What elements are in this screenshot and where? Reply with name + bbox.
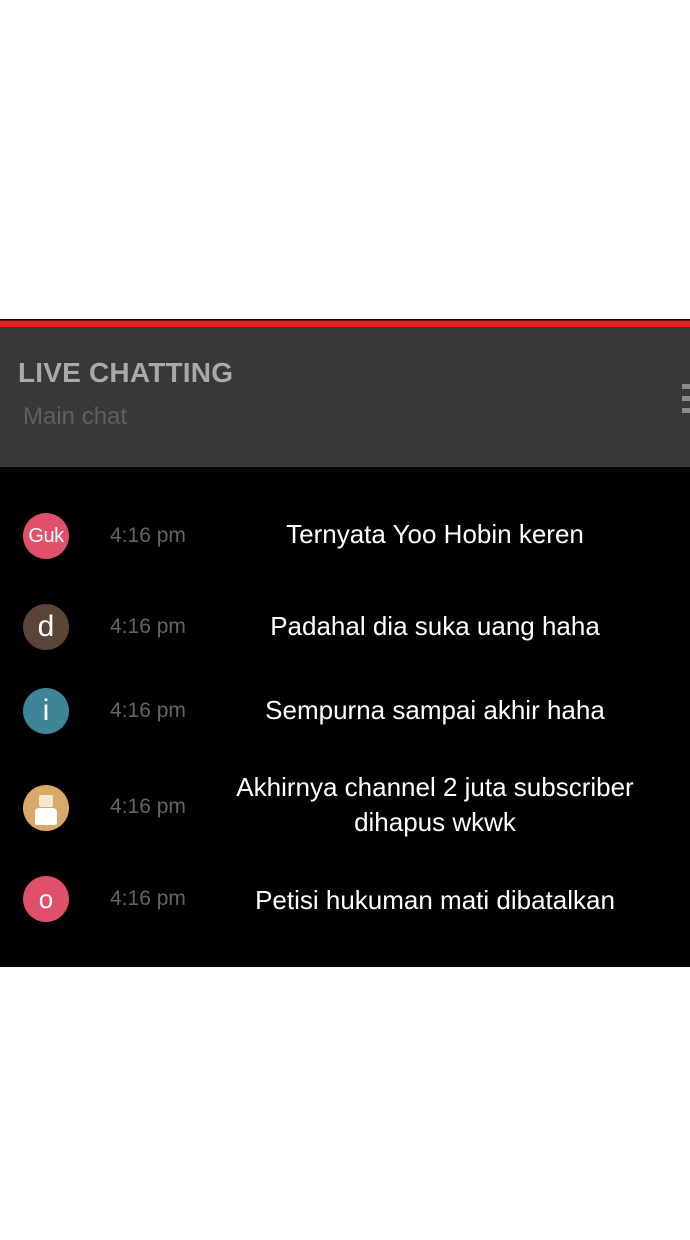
avatar[interactable]: i <box>23 688 69 734</box>
avatar[interactable]: o <box>23 876 69 922</box>
message-text: Padahal dia suka uang haha <box>270 611 600 641</box>
message-text: Akhirnya channel 2 juta subscriber dihap… <box>236 772 634 837</box>
more-vertical-icon[interactable] <box>682 384 690 418</box>
chat-title: LIVE CHATTING <box>18 357 234 388</box>
message-time: 4:16 pm <box>110 699 186 722</box>
avatar-initials: o <box>38 884 54 914</box>
chat-subtitle: Main chat <box>23 403 128 430</box>
avatar-initials: d <box>37 610 55 643</box>
avatar[interactable]: Guk <box>23 513 69 559</box>
chat-header: LIVE CHATTING Main chat <box>0 327 690 467</box>
avatar[interactable] <box>23 785 69 831</box>
avatar-initials: Guk <box>28 525 64 547</box>
message-time: 4:16 pm <box>110 524 186 547</box>
person-icon <box>23 785 69 831</box>
live-chat-panel: LIVE CHATTING Main chat Guk 4:16 pm Tern… <box>0 319 690 967</box>
message-text: Petisi hukuman mati dibatalkan <box>255 885 615 915</box>
message-time: 4:16 pm <box>110 887 186 910</box>
avatar[interactable]: d <box>23 604 69 650</box>
avatar-initials: i <box>42 694 50 727</box>
message-time: 4:16 pm <box>110 795 186 818</box>
message-text: Ternyata Yoo Hobin keren <box>286 519 584 549</box>
message-time: 4:16 pm <box>110 615 186 638</box>
message-text: Sempurna sampai akhir haha <box>265 695 605 725</box>
